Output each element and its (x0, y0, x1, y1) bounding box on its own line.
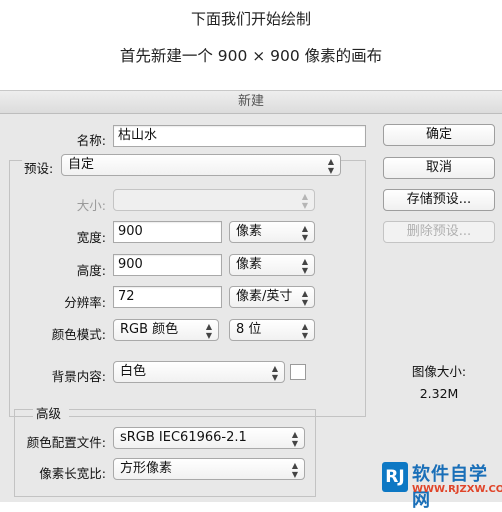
color-mode-select[interactable]: RGB 颜色 ▲ ▼ (113, 319, 219, 341)
height-unit-value: 像素 (236, 257, 263, 272)
updown-arrows-icon: ▲ ▼ (301, 192, 309, 210)
width-label: 宽度: (76, 230, 106, 245)
pixel-aspect-value: 方形像素 (120, 461, 173, 476)
cancel-button[interactable]: 取消 (383, 157, 495, 179)
dialog-title: 新建 (0, 91, 502, 114)
color-profile-value: sRGB IEC61966-2.1 (120, 430, 247, 445)
color-profile-label: 颜色配置文件: (26, 435, 106, 450)
width-unit-select[interactable]: 像素 ▲ ▼ (229, 221, 315, 243)
height-unit-select[interactable]: 像素 ▲ ▼ (229, 254, 315, 276)
updown-arrows-icon: ▲ ▼ (291, 461, 299, 479)
image-size-label: 图像大小: (411, 364, 467, 379)
height-label: 高度: (76, 263, 106, 278)
ok-button[interactable]: 确定 (383, 124, 495, 146)
pixel-aspect-label: 像素长宽比: (39, 466, 106, 481)
width-unit-value: 像素 (236, 224, 263, 239)
bit-depth-value: 8 位 (236, 322, 262, 337)
background-value: 白色 (120, 364, 147, 379)
resolution-label: 分辨率: (64, 295, 106, 310)
resolution-unit-value: 像素/英寸 (236, 289, 293, 304)
updown-arrows-icon: ▲ ▼ (291, 430, 299, 448)
preset-label: 预设: (22, 158, 62, 177)
resolution-input[interactable]: 72 (113, 286, 222, 308)
pixel-aspect-select[interactable]: 方形像素 ▲ ▼ (113, 458, 305, 480)
name-input[interactable]: 枯山水 (113, 125, 366, 147)
image-size-value: 2.32M (419, 386, 459, 401)
background-select[interactable]: 白色 ▲ ▼ (113, 361, 285, 383)
bit-depth-select[interactable]: 8 位 ▲ ▼ (229, 319, 315, 341)
updown-arrows-icon: ▲ ▼ (301, 224, 309, 242)
save-preset-button[interactable]: 存储预设... (383, 189, 495, 211)
new-document-dialog: 新建 名称: 枯山水 预设: 自定 ▲ ▼ 大小: ▲ ▼ 宽度: 900 像素 ▲… (0, 90, 502, 502)
color-profile-select[interactable]: sRGB IEC61966-2.1 ▲ ▼ (113, 427, 305, 449)
name-label: 名称: (76, 133, 106, 148)
updown-arrows-icon: ▲ ▼ (301, 322, 309, 340)
caption-line-1: 下面我们开始绘制 (190, 10, 311, 28)
updown-arrows-icon: ▲ ▼ (271, 364, 279, 382)
watermark-logo-icon: RJ (382, 462, 408, 492)
delete-preset-button: 删除预设... (383, 221, 495, 243)
updown-arrows-icon: ▲ ▼ (327, 157, 335, 175)
preset-select[interactable]: 自定 ▲ ▼ (61, 154, 341, 176)
background-color-swatch[interactable] (290, 364, 306, 380)
width-input[interactable]: 900 (113, 221, 222, 243)
advanced-label: 高级 (33, 403, 69, 422)
color-mode-value: RGB 颜色 (120, 322, 179, 337)
watermark-url: WWW.RJZXW.COM (412, 484, 502, 495)
size-select: ▲ ▼ (113, 189, 315, 211)
updown-arrows-icon: ▲ ▼ (205, 322, 213, 340)
advanced-group (14, 409, 316, 497)
updown-arrows-icon: ▲ ▼ (301, 257, 309, 275)
resolution-unit-select[interactable]: 像素/英寸 ▲ ▼ (229, 286, 315, 308)
watermark: RJ 软件自学网 WWW.RJZXW.COM (382, 458, 502, 511)
color-mode-label: 颜色模式: (51, 327, 106, 342)
preset-value: 自定 (68, 157, 95, 172)
size-label: 大小: (76, 198, 106, 213)
background-label: 背景内容: (51, 369, 106, 384)
updown-arrows-icon: ▲ ▼ (301, 289, 309, 307)
height-input[interactable]: 900 (113, 254, 222, 276)
caption-line-2: 首先新建一个 900 × 900 像素的画布 (119, 47, 383, 65)
